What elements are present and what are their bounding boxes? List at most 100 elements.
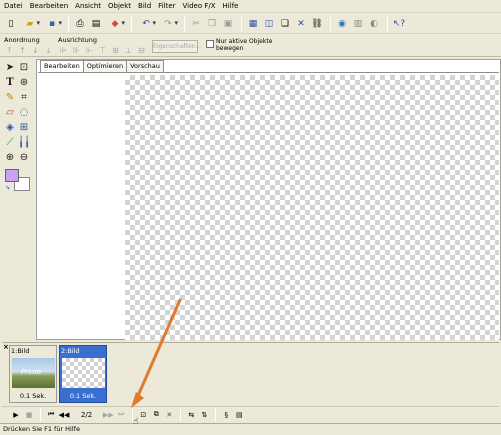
status-bar: Drücken Sie F1 für Hilfe	[0, 423, 501, 435]
arrange-icons: ⤒ ↑ ↓ ⤓	[4, 46, 56, 55]
pen-icon[interactable]: ⟋	[4, 137, 16, 149]
cut-icon[interactable]: ✂	[189, 17, 203, 31]
menu-bearbeiten[interactable]: Bearbeiten	[30, 2, 68, 10]
main-toolbar: ▯ ▰ ▪ ⎙ ▤ ◆ ↶ ↷ ✂ ❐ ▣ ▦ ◫ ❏ ✕ ⛓ ◉ ▥ ◐ ↖?	[0, 14, 501, 34]
frame-thumbnail: Prime	[12, 358, 55, 388]
frame-properties-icon[interactable]: §	[220, 411, 232, 419]
scanner-icon[interactable]: ▤	[89, 17, 103, 31]
shape-tool-icon[interactable]: ⊛	[18, 77, 30, 89]
frame-item[interactable]: 1:Bild Prime 0.1 Sek.	[9, 345, 57, 403]
globe-icon[interactable]: ◉	[335, 17, 349, 31]
send-to-back-icon[interactable]: ⤓	[43, 46, 54, 55]
grid-icon[interactable]: ⊞	[18, 122, 30, 134]
previous-frame-icon[interactable]: ◀◀	[58, 411, 70, 419]
redo-icon[interactable]: ↷	[158, 17, 178, 31]
last-frame-icon[interactable]: ⏭	[115, 410, 127, 419]
menu-bar: Datei Bearbeiten Ansicht Objekt Bild Fil…	[0, 0, 501, 13]
align-top-icon[interactable]: ⊤	[97, 46, 108, 55]
image-canvas[interactable]	[125, 75, 499, 340]
duplicate-frame-icon[interactable]: ⧉	[150, 410, 162, 419]
tab-divider	[38, 72, 499, 73]
send-backward-icon[interactable]: ↓	[30, 46, 41, 55]
playback-bar: ▶ ■ ⏮ ◀◀ 2/2 ▶▶ ⏭ ⊡ ⧉ ✕ ⇆ ⇅ § ▤	[2, 406, 499, 422]
tab-optimieren[interactable]: Optimieren	[82, 60, 128, 72]
first-frame-icon[interactable]: ⏮	[45, 410, 57, 419]
thumbnail-text: Prime	[21, 368, 42, 376]
copy-icon[interactable]: ❐	[205, 17, 219, 31]
undo-icon[interactable]: ↶	[136, 17, 156, 31]
menu-datei[interactable]: Datei	[4, 2, 23, 10]
foreground-color-swatch[interactable]	[5, 169, 19, 182]
line-icon[interactable]: ╽╽	[18, 137, 30, 149]
play-icon[interactable]: ▶	[10, 411, 22, 419]
frame-title: 2:Bild	[61, 347, 80, 355]
add-frame-icon[interactable]: ⊡	[137, 411, 149, 419]
zoom-icon[interactable]: ◐	[367, 17, 381, 31]
tab-vorschau[interactable]: Vorschau	[126, 60, 164, 72]
help-icon[interactable]: ↖?	[392, 17, 406, 31]
image-icon[interactable]: ▦	[246, 17, 260, 31]
close-icon[interactable]: ×	[3, 343, 9, 351]
frame-duration: 0.1 Sek.	[19, 392, 47, 400]
active-objects-label: Nur aktive Objekte bewegen	[216, 38, 273, 52]
frame-counter: 2/2	[81, 410, 93, 419]
select-frame-icon[interactable]: ⊡	[18, 62, 30, 74]
frame-item-selected[interactable]: 2:Bild 0.1 Sek.	[59, 345, 107, 403]
frame-duration: 0.1 Sek.	[69, 392, 97, 400]
open-icon[interactable]: ▰	[20, 17, 40, 31]
distribute-icon[interactable]: ⊟	[136, 46, 147, 55]
zoom-out-icon[interactable]: ⊖	[18, 152, 30, 164]
toolbar-separator	[387, 16, 388, 31]
color-adjust-icon[interactable]: ◆	[105, 17, 125, 31]
zoom-in-icon[interactable]: ⊕	[4, 152, 16, 164]
menu-ansicht[interactable]: Ansicht	[75, 2, 101, 10]
ausrichtung-label: Ausrichtung	[58, 36, 98, 44]
save-icon[interactable]: ▪	[42, 17, 62, 31]
copy-object-icon[interactable]: ❏	[278, 17, 292, 31]
bring-forward-icon[interactable]: ↑	[17, 46, 28, 55]
frame-icon[interactable]: ◫	[262, 17, 276, 31]
menu-objekt[interactable]: Objekt	[108, 2, 131, 10]
pointer-icon[interactable]: ➤	[4, 62, 16, 74]
next-frame-icon[interactable]: ▶▶	[102, 411, 114, 419]
mouse-cursor-icon: ☝	[133, 417, 139, 427]
reverse-frames-icon[interactable]: ⇆	[185, 411, 197, 419]
menu-bild[interactable]: Bild	[138, 2, 151, 10]
align-icons: ⊫ ⊪ ⊩ ⊤ ⊞ ⊥ ⊟	[58, 46, 149, 55]
active-objects-checkbox[interactable]	[206, 40, 214, 48]
brush-icon[interactable]: ✎	[4, 92, 16, 104]
frame-list-icon[interactable]: ▤	[233, 411, 245, 419]
toolbar-separator	[184, 16, 185, 31]
crop-icon[interactable]: ⌗	[18, 92, 30, 104]
align-left-icon[interactable]: ⊫	[58, 46, 69, 55]
menu-video-fx[interactable]: Video F/X	[183, 2, 216, 10]
frame-thumbnail	[62, 358, 105, 388]
toolbar-separator	[131, 16, 132, 31]
print-icon[interactable]: ⎙	[73, 17, 87, 31]
align-right-icon[interactable]: ⊩	[84, 46, 95, 55]
paste-icon[interactable]: ▣	[221, 17, 235, 31]
link-icon[interactable]: ⛓	[310, 17, 324, 31]
lasso-icon[interactable]: ◌	[18, 107, 30, 119]
menu-filter[interactable]: Filter	[158, 2, 175, 10]
align-bottom-icon[interactable]: ⊥	[123, 46, 134, 55]
fill-icon[interactable]: ◈	[4, 122, 16, 134]
text-tool-icon[interactable]: T	[4, 77, 16, 89]
toolbar-separator	[68, 16, 69, 31]
toolbar-separator	[241, 16, 242, 31]
toolbar-separator	[330, 16, 331, 31]
properties-icon[interactable]: ▥	[351, 17, 365, 31]
tween-icon[interactable]: ⇅	[198, 411, 210, 419]
align-center-icon[interactable]: ⊪	[71, 46, 82, 55]
stop-icon[interactable]: ■	[23, 411, 35, 419]
align-middle-icon[interactable]: ⊞	[110, 46, 121, 55]
delete-icon[interactable]: ✕	[294, 17, 308, 31]
properties-button[interactable]: Eigenschaften...	[152, 40, 201, 53]
toolbar-separator	[40, 407, 41, 422]
delete-frame-icon[interactable]: ✕	[163, 411, 175, 419]
eraser-icon[interactable]: ▱	[4, 107, 16, 119]
new-file-icon[interactable]: ▯	[4, 17, 18, 31]
menu-hilfe[interactable]: Hilfe	[223, 2, 239, 10]
swap-colors-icon[interactable]: ↘	[5, 184, 10, 191]
bring-to-front-icon[interactable]: ⤒	[4, 46, 15, 55]
